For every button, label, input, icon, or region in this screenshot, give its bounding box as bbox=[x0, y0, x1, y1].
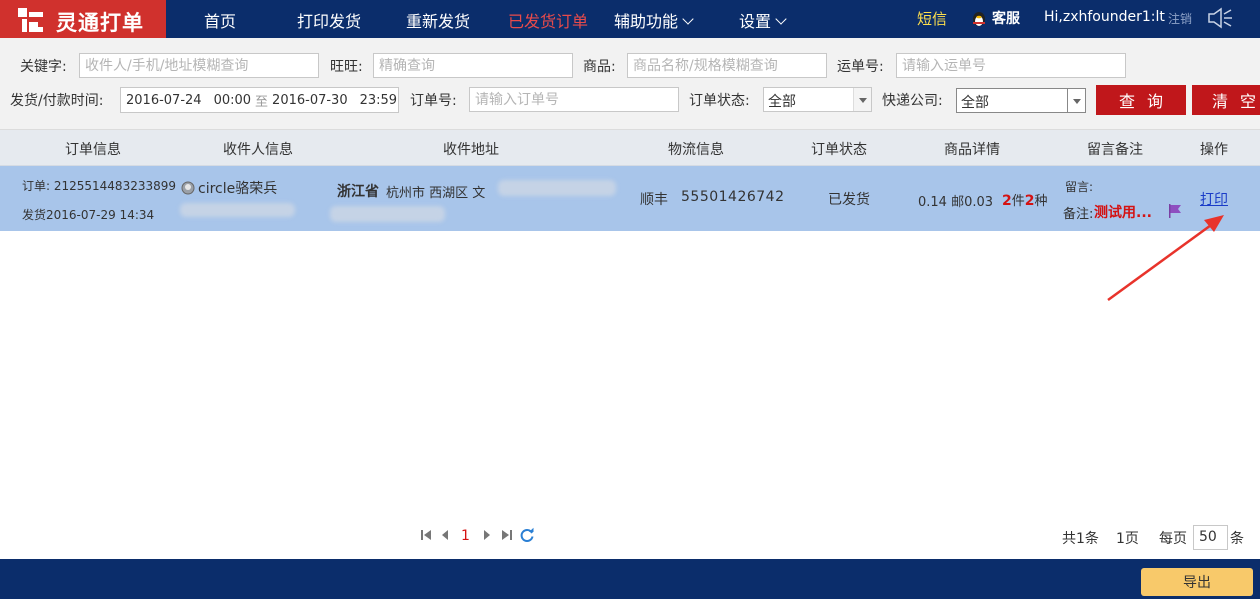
time-label: 发货/付款时间: bbox=[10, 93, 104, 109]
total-records: 共1条 bbox=[1062, 531, 1099, 547]
annotation-arrow-icon bbox=[1107, 215, 1224, 302]
col-address: 收件地址 bbox=[443, 142, 499, 158]
chevron-down-icon bbox=[682, 13, 694, 25]
nav-settings-label: 设置 bbox=[739, 12, 772, 31]
product-count: 2件2种 bbox=[1002, 190, 1048, 209]
date-from: 2016-07-24 bbox=[126, 92, 202, 108]
order-status: 已发货 bbox=[828, 192, 870, 208]
table-header: 订单信息 收件人信息 收件地址 物流信息 订单状态 商品详情 留言备注 操作 bbox=[0, 130, 1260, 166]
logo[interactable]: 灵通打单 bbox=[0, 0, 166, 38]
wangwang-label: 旺旺: bbox=[330, 59, 363, 75]
speaker-icon[interactable] bbox=[1206, 6, 1234, 30]
table-row[interactable]: 订单: 2125514483233899 发货2016-07-29 14:34 … bbox=[0, 166, 1260, 231]
dropdown-arrow-icon bbox=[853, 88, 871, 111]
col-logistics: 物流信息 bbox=[668, 142, 724, 158]
nav-shipped-orders[interactable]: 已发货订单 bbox=[508, 8, 588, 32]
col-message-remark: 留言备注 bbox=[1087, 142, 1143, 158]
remark-label: 备注: bbox=[1063, 207, 1094, 222]
customer-service-label: 客服 bbox=[992, 11, 1020, 27]
order-status-label: 订单状态: bbox=[689, 93, 750, 109]
nav-home[interactable]: 首页 bbox=[204, 8, 236, 32]
price-postage: 0.14 邮0.03 bbox=[918, 195, 994, 210]
courier-name: 顺丰 bbox=[640, 192, 668, 208]
redacted-address-line2 bbox=[330, 206, 445, 222]
penguin-icon bbox=[973, 12, 985, 26]
redacted-phone bbox=[180, 203, 295, 217]
address-province: 浙江省 bbox=[337, 184, 379, 200]
col-action: 操作 bbox=[1200, 142, 1228, 158]
keyword-label: 关键字: bbox=[20, 59, 67, 75]
last-page-icon[interactable] bbox=[501, 529, 513, 541]
per-page-input[interactable]: 50 bbox=[1193, 525, 1228, 550]
address-city: 杭州市 西湖区 文 bbox=[386, 186, 486, 201]
wangwang-status-icon[interactable] bbox=[181, 181, 195, 195]
time-to: 23:59 bbox=[359, 92, 398, 108]
first-page-icon[interactable] bbox=[420, 529, 432, 541]
kind-count: 2 bbox=[1024, 193, 1035, 209]
next-page-icon[interactable] bbox=[482, 529, 492, 541]
filter-panel: 关键字: 旺旺: 商品: 运单号: 发货/付款时间: 2016-07-24 00… bbox=[0, 38, 1260, 130]
logo-text: 灵通打单 bbox=[56, 11, 144, 35]
order-number: 订单: 2125514483233899 bbox=[22, 179, 177, 193]
col-order-info: 订单信息 bbox=[65, 142, 121, 158]
express-select[interactable]: 全部 bbox=[956, 88, 1086, 113]
per-page-label: 每页 bbox=[1159, 531, 1187, 547]
recipient-name: circle骆荣兵 bbox=[198, 181, 278, 197]
order-no-label: 订单号: bbox=[410, 93, 457, 109]
keyword-input[interactable] bbox=[79, 53, 319, 78]
date-to: 2016-07-30 bbox=[272, 92, 348, 108]
nav-tools[interactable]: 辅助功能 bbox=[614, 8, 694, 32]
order-status-value: 全部 bbox=[768, 94, 796, 110]
per-page-unit: 条 bbox=[1230, 531, 1244, 547]
nav-settings[interactable]: 设置 bbox=[739, 8, 787, 32]
logo-icon bbox=[18, 8, 44, 32]
waybill-label: 运单号: bbox=[837, 59, 884, 75]
refresh-icon[interactable] bbox=[519, 527, 535, 543]
item-unit: 件 bbox=[1011, 194, 1025, 209]
waybill-input[interactable] bbox=[896, 53, 1126, 78]
nav-reship[interactable]: 重新发货 bbox=[406, 8, 470, 32]
order-status-select[interactable]: 全部 bbox=[763, 87, 872, 112]
query-button[interactable]: 查询 bbox=[1096, 85, 1186, 115]
customer-service-link[interactable]: 客服 bbox=[971, 8, 1020, 28]
chevron-down-icon bbox=[775, 13, 787, 25]
product-input[interactable] bbox=[627, 53, 827, 78]
clear-button[interactable]: 清空 bbox=[1192, 85, 1260, 115]
footer-bar bbox=[0, 559, 1260, 599]
message-label: 留言: bbox=[1065, 180, 1094, 194]
kind-unit: 种 bbox=[1034, 194, 1048, 209]
nav-print-ship[interactable]: 打印发货 bbox=[297, 8, 361, 32]
logout-link[interactable]: 注销 bbox=[1168, 10, 1192, 27]
product-label: 商品: bbox=[583, 59, 616, 75]
express-value: 全部 bbox=[961, 95, 989, 111]
date-range-separator: 至 bbox=[255, 94, 269, 110]
date-range-field[interactable]: 2016-07-24 00:00 至 2016-07-30 23:59 bbox=[120, 87, 399, 113]
dropdown-arrow-icon bbox=[1067, 89, 1085, 112]
total-pages: 1页 bbox=[1116, 531, 1139, 547]
print-link[interactable]: 打印 bbox=[1200, 189, 1228, 209]
ship-time: 发货2016-07-29 14:34 bbox=[22, 208, 155, 222]
app-root: 灵通打单 首页 打印发货 重新发货 已发货订单 辅助功能 设置 短信 客服 Hi… bbox=[0, 0, 1260, 599]
item-count: 2 bbox=[1002, 193, 1012, 209]
top-nav: 灵通打单 首页 打印发货 重新发货 已发货订单 辅助功能 设置 短信 客服 Hi… bbox=[0, 0, 1260, 38]
order-no-input[interactable] bbox=[469, 87, 679, 112]
time-from: 00:00 bbox=[213, 92, 252, 108]
prev-page-icon[interactable] bbox=[440, 529, 450, 541]
col-product-detail: 商品详情 bbox=[944, 142, 1000, 158]
nav-tools-label: 辅助功能 bbox=[614, 12, 679, 31]
tracking-number: 55501426742 bbox=[681, 189, 785, 205]
redacted-address bbox=[498, 180, 616, 196]
col-recipient-info: 收件人信息 bbox=[223, 142, 293, 158]
express-label: 快递公司: bbox=[882, 93, 943, 109]
wangwang-input[interactable] bbox=[373, 53, 573, 78]
user-greeting: Hi,zxhfounder1:lt bbox=[1044, 9, 1165, 25]
sms-link[interactable]: 短信 bbox=[917, 8, 947, 29]
export-button[interactable]: 导出 bbox=[1141, 568, 1253, 596]
current-page[interactable]: 1 bbox=[461, 528, 470, 544]
col-order-status: 订单状态 bbox=[811, 142, 867, 158]
